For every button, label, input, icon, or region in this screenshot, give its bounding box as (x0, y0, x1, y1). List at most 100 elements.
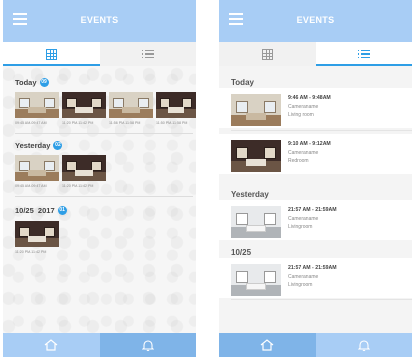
tab-grid-view[interactable] (219, 42, 316, 66)
events-grid-screen: EVENTS Today 09 09:45 AM-09:47 AM 11:20 … (3, 0, 196, 357)
photo-window (264, 213, 276, 226)
event-info: 9:46 AM - 9:48AM Cameraname Living room (288, 95, 331, 120)
list-icon (357, 49, 370, 59)
nav-home[interactable] (3, 333, 100, 357)
room-name: Livingroom (288, 282, 313, 288)
photo-sofa (75, 170, 93, 176)
event-thumbnail[interactable] (15, 221, 59, 247)
camera-name: Cameraname (288, 150, 319, 156)
event-row[interactable]: 9:46 AM - 9:48AM Cameraname Living room (219, 88, 412, 128)
tab-grid-view[interactable] (3, 42, 100, 66)
event-thumbnail[interactable] (62, 155, 106, 181)
section-yesterday-title: Yesterday 02 (15, 141, 63, 150)
view-tabs (3, 42, 196, 66)
event-thumbnail[interactable] (62, 92, 106, 118)
grid-icon (261, 48, 273, 60)
event-thumbnail (231, 140, 281, 172)
event-count-badge: 01 (57, 206, 67, 215)
event-time-range: 21:57 AM - 21:59AM (288, 265, 337, 271)
home-icon (44, 339, 58, 351)
thumbnail-time: 11:20 PM-11:42 PM (62, 184, 94, 188)
photo-window (236, 271, 248, 284)
thumbnail-time: 11:56 PM-11:58 PM (109, 121, 141, 125)
thumbnail-time: 09:45 AM-09:47 AM (15, 184, 47, 188)
menu-icon[interactable] (13, 13, 27, 25)
home-icon (260, 339, 274, 351)
tab-list-view[interactable] (315, 42, 412, 66)
photo-window (264, 101, 276, 114)
section-today-title: Today (231, 78, 254, 87)
event-thumbnail (231, 206, 281, 238)
photo-window (236, 147, 248, 160)
page-title: EVENTS (80, 15, 119, 25)
section-yesterday-title: Yesterday (231, 190, 269, 199)
photo-sofa (246, 224, 266, 232)
nav-notifications[interactable] (315, 333, 412, 357)
bell-icon (357, 339, 370, 351)
event-time-range: 9:10 AM - 9:12AM (288, 141, 331, 147)
photo-sofa (75, 107, 93, 113)
room-name: Livingroom (288, 224, 313, 230)
bell-icon (141, 339, 154, 351)
photo-window (236, 213, 248, 226)
event-row[interactable]: 21:57 AM - 21:59AM Cameraname Livingroom (219, 258, 412, 298)
thumbnail-time: 11:50 PM-11:58 PM (156, 121, 188, 125)
photo-sofa (168, 107, 184, 113)
event-thumbnail[interactable] (109, 92, 153, 118)
camera-name: Cameraname (288, 104, 319, 110)
event-thumbnail (231, 264, 281, 296)
section-today-title: Today 09 (15, 78, 49, 87)
bottom-navigation (219, 333, 412, 357)
camera-name: Cameraname (288, 216, 319, 222)
photo-window (264, 271, 276, 284)
view-tabs (219, 42, 412, 66)
tab-list-view[interactable] (99, 42, 196, 66)
section-divider (15, 133, 193, 134)
app-header: EVENTS (219, 0, 412, 42)
row-divider (231, 130, 412, 131)
thumbnail-time: 09:45 AM-09:47 AM (15, 121, 47, 125)
event-row[interactable]: 9:10 AM - 9:12AM Cameraname Redroom (219, 134, 412, 174)
event-thumbnail[interactable] (156, 92, 196, 118)
event-count-badge: 09 (39, 78, 49, 87)
room-name: Redroom (288, 158, 309, 164)
event-thumbnail[interactable] (15, 155, 59, 181)
section-label: 10/25 2017 (15, 206, 55, 215)
room-name: Living room (288, 112, 314, 118)
photo-sofa (246, 112, 266, 120)
events-list-screen: EVENTS Today 9:46 AM - 9:48AM Cameraname… (219, 0, 412, 357)
photo-sofa (122, 107, 140, 113)
photo-sofa (28, 170, 46, 176)
event-info: 9:10 AM - 9:12AM Cameraname Redroom (288, 141, 331, 166)
section-label: Yesterday (15, 141, 51, 150)
photo-window (236, 101, 248, 114)
section-date-title: 10/25 2017 01 (15, 206, 67, 215)
event-count-badge: 02 (53, 141, 63, 150)
events-grid: Today 09 09:45 AM-09:47 AM 11:20 PM-11:4… (3, 66, 196, 333)
row-divider (231, 299, 412, 300)
page-title: EVENTS (296, 15, 335, 25)
event-row[interactable]: 21:57 AM - 21:59AM Cameraname Livingroom (219, 200, 412, 240)
photo-sofa (28, 236, 46, 242)
event-info: 21:57 AM - 21:59AM Cameraname Livingroom (288, 265, 337, 290)
section-label: Today (15, 78, 37, 87)
events-list: Today 9:46 AM - 9:48AM Cameraname Living… (219, 66, 412, 333)
bottom-navigation (3, 333, 196, 357)
event-info: 21:57 AM - 21:59AM Cameraname Livingroom (288, 207, 337, 232)
photo-window (264, 147, 276, 160)
photo-sofa (246, 282, 266, 290)
camera-name: Cameraname (288, 274, 319, 280)
event-thumbnail[interactable] (15, 92, 59, 118)
event-time-range: 21:57 AM - 21:59AM (288, 207, 337, 213)
event-time-range: 9:46 AM - 9:48AM (288, 95, 331, 101)
section-date-title: 10/25 (231, 248, 252, 257)
thumbnail-time: 11:20 PM-11:42 PM (15, 250, 47, 254)
grid-icon (45, 48, 57, 60)
menu-icon[interactable] (229, 13, 243, 25)
thumbnail-time: 11:20 PM-11:42 PM (62, 121, 94, 125)
nav-home[interactable] (219, 333, 316, 357)
photo-sofa (246, 158, 266, 166)
nav-notifications[interactable] (99, 333, 196, 357)
app-header: EVENTS (3, 0, 196, 42)
photo-sofa (28, 107, 46, 113)
